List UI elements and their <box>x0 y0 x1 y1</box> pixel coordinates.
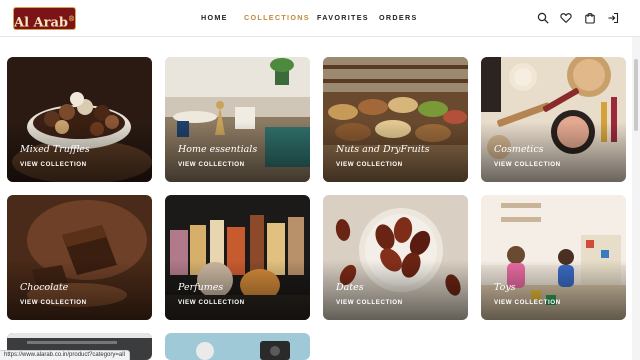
scrollbar-thumb[interactable] <box>634 59 638 131</box>
login-icon[interactable] <box>607 12 619 24</box>
card-title: Chocolate <box>20 282 69 293</box>
page-scrollbar[interactable] <box>632 37 640 360</box>
view-collection-link[interactable]: VIEW COLLECTION <box>336 161 403 168</box>
view-collection-link[interactable]: VIEW COLLECTION <box>178 161 245 168</box>
nav-collections[interactable]: COLLECTIONS <box>244 13 310 22</box>
bag-icon[interactable] <box>584 12 596 24</box>
brand-logo[interactable]: Al Arab® <box>13 7 76 30</box>
collection-card-cosmetics[interactable]: Cosmetics VIEW COLLECTION <box>481 57 626 182</box>
collection-card-mixed-truffles[interactable]: Mixed Truffles VIEW COLLECTION <box>7 57 152 182</box>
view-collection-link[interactable]: VIEW COLLECTION <box>20 161 87 168</box>
view-collection-link[interactable]: VIEW COLLECTION <box>494 161 561 168</box>
card-title: Nuts and DryFruits <box>336 144 430 155</box>
collection-card-nuts-dryfruits[interactable]: Nuts and DryFruits VIEW COLLECTION <box>323 57 468 182</box>
logo-text: Al Arab <box>14 15 68 31</box>
card-title: Dates <box>336 282 364 293</box>
collection-card-toys[interactable]: Toys VIEW COLLECTION <box>481 195 626 320</box>
card-title: Toys <box>494 282 516 293</box>
view-collection-link[interactable]: VIEW COLLECTION <box>336 299 403 306</box>
collection-card-chocolate[interactable]: Chocolate VIEW COLLECTION <box>7 195 152 320</box>
logo-mark: ® <box>68 14 75 23</box>
collection-card-dates[interactable]: Dates VIEW COLLECTION <box>323 195 468 320</box>
collection-card-perfumes[interactable]: Perfumes VIEW COLLECTION <box>165 195 310 320</box>
card-title: Perfumes <box>178 282 224 293</box>
site-header: Al Arab® HOME COLLECTIONS FAVORITES ORDE… <box>0 0 640 37</box>
nav-home[interactable]: HOME <box>201 13 228 22</box>
link-status-bar: https://www.alarab.co.in/product?categor… <box>0 350 130 360</box>
card-title: Cosmetics <box>494 144 544 155</box>
collection-card-home-essentials[interactable]: Home essentials VIEW COLLECTION <box>165 57 310 182</box>
collection-card-row3-2[interactable] <box>165 333 310 360</box>
card-title: Mixed Truffles <box>20 144 90 155</box>
view-collection-link[interactable]: VIEW COLLECTION <box>494 299 561 306</box>
card-title: Home essentials <box>178 144 258 155</box>
search-icon[interactable] <box>537 12 549 24</box>
view-collection-link[interactable]: VIEW COLLECTION <box>20 299 87 306</box>
heart-icon[interactable] <box>560 12 572 24</box>
nav-favorites[interactable]: FAVORITES <box>317 13 369 22</box>
nav-orders[interactable]: ORDERS <box>379 13 418 22</box>
view-collection-link[interactable]: VIEW COLLECTION <box>178 299 245 306</box>
card-image <box>165 333 310 360</box>
